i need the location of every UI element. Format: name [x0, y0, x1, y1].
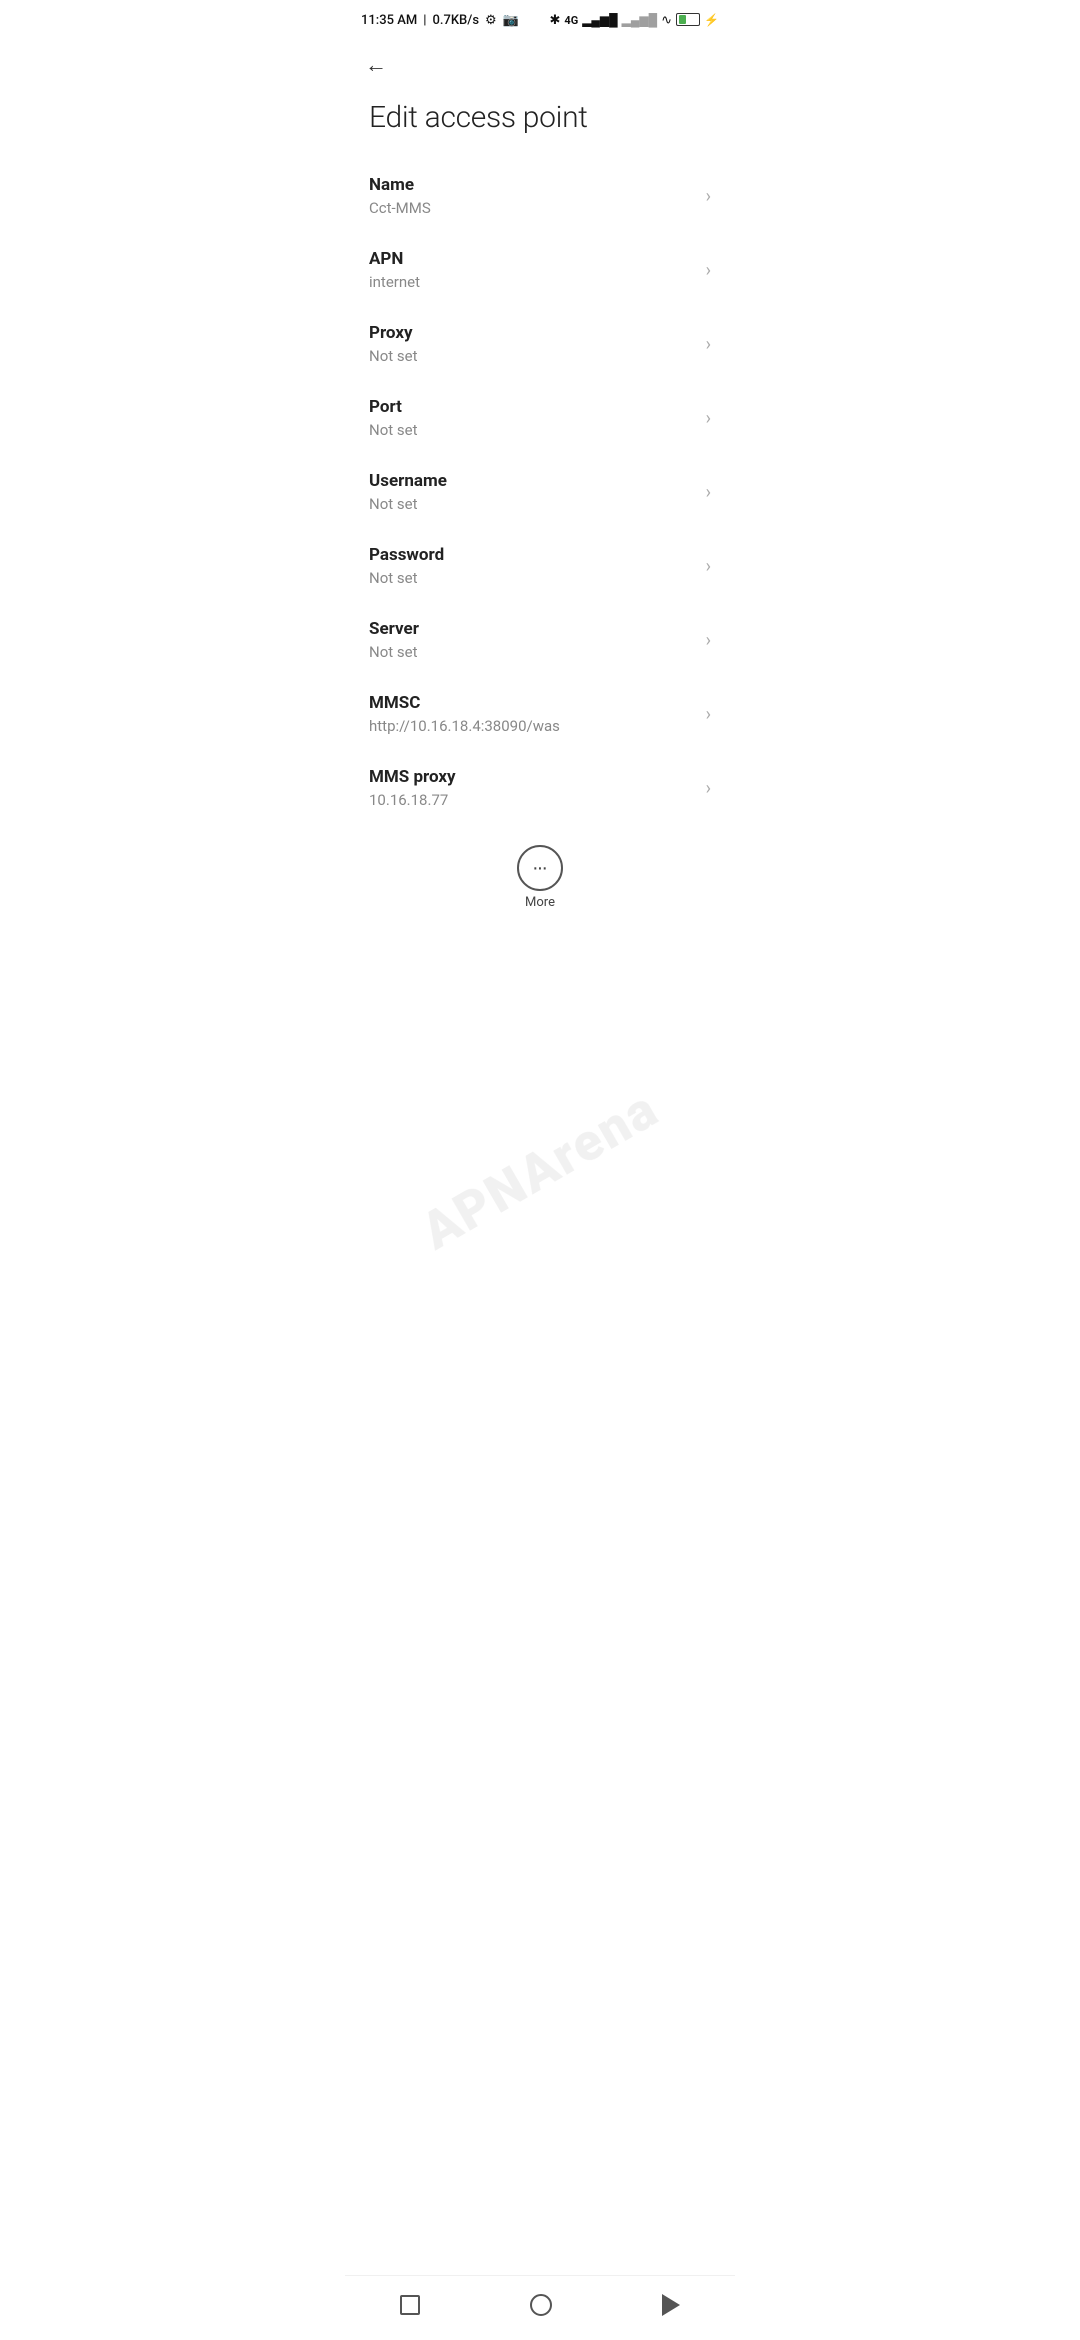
more-label: More: [525, 895, 555, 910]
chevron-right-icon-5: ›: [706, 556, 711, 577]
wifi-icon: ∿: [661, 13, 672, 28]
back-arrow-icon: ←: [365, 52, 387, 78]
settings-item-value-1: internet: [369, 273, 420, 291]
settings-item-text-2: Proxy Not set: [369, 323, 418, 365]
settings-icon: ⚙: [485, 13, 497, 28]
settings-item-text-0: Name Cct-MMS: [369, 175, 431, 217]
nav-home-button[interactable]: [510, 2290, 572, 2320]
settings-item-label-7: MMSC: [369, 693, 560, 713]
settings-item-label-6: Server: [369, 619, 419, 639]
data-speed: 0.7KB/s: [432, 13, 479, 28]
settings-item[interactable]: Proxy Not set ›: [345, 307, 735, 381]
settings-item[interactable]: MMS proxy 10.16.18.77 ›: [345, 751, 735, 825]
signal-4g-icon: 4G: [564, 14, 578, 27]
home-icon: [530, 2294, 552, 2316]
chevron-right-icon-6: ›: [706, 630, 711, 651]
camera-icon: 📷: [503, 13, 519, 28]
settings-item-text-3: Port Not set: [369, 397, 418, 439]
recents-icon: [400, 2295, 420, 2315]
settings-item-label-5: Password: [369, 545, 444, 565]
settings-item[interactable]: Name Cct-MMS ›: [345, 159, 735, 233]
chevron-right-icon-0: ›: [706, 186, 711, 207]
chevron-right-icon-8: ›: [706, 778, 711, 799]
chevron-right-icon-7: ›: [706, 704, 711, 725]
settings-item-value-4: Not set: [369, 495, 447, 513]
more-btn-area: ··· More: [345, 825, 735, 922]
settings-item-text-8: MMS proxy 10.16.18.77: [369, 767, 456, 809]
nav-back-button[interactable]: [642, 2290, 700, 2320]
status-right: ✱ 4G ▂▄▆█ ▂▄▆█ ∿ ⚡: [549, 13, 719, 28]
settings-item[interactable]: Port Not set ›: [345, 381, 735, 455]
chevron-right-icon-1: ›: [706, 260, 711, 281]
settings-item-label-2: Proxy: [369, 323, 418, 343]
settings-item-label-3: Port: [369, 397, 418, 417]
bluetooth-icon: ✱: [549, 13, 560, 28]
settings-item-value-7: http://10.16.18.4:38090/was: [369, 717, 560, 735]
page-title: Edit access point: [345, 88, 735, 159]
back-button[interactable]: ←: [361, 48, 391, 82]
settings-item-label-4: Username: [369, 471, 447, 491]
settings-item[interactable]: Username Not set ›: [345, 455, 735, 529]
settings-item[interactable]: MMSC http://10.16.18.4:38090/was ›: [345, 677, 735, 751]
settings-item-label-8: MMS proxy: [369, 767, 456, 787]
time-display: 11:35 AM: [361, 13, 417, 28]
back-nav-icon: [662, 2294, 680, 2316]
signal-bars-icon: ▂▄▆█: [582, 13, 617, 27]
status-bar: 11:35 AM | 0.7KB/s ⚙ 📷 ✱ 4G ▂▄▆█ ▂▄▆█ ∿ …: [345, 0, 735, 36]
more-button[interactable]: ···: [517, 845, 563, 891]
chevron-right-icon-2: ›: [706, 334, 711, 355]
status-left: 11:35 AM | 0.7KB/s ⚙ 📷: [361, 13, 519, 28]
settings-item-text-5: Password Not set: [369, 545, 444, 587]
settings-item-text-4: Username Not set: [369, 471, 447, 513]
settings-item-text-7: MMSC http://10.16.18.4:38090/was: [369, 693, 560, 735]
settings-item[interactable]: Server Not set ›: [345, 603, 735, 677]
settings-item[interactable]: APN internet ›: [345, 233, 735, 307]
chevron-right-icon-4: ›: [706, 482, 711, 503]
settings-item-value-0: Cct-MMS: [369, 199, 431, 217]
charging-icon: ⚡: [704, 13, 719, 27]
nav-recents-button[interactable]: [380, 2291, 440, 2319]
battery-icon: [676, 13, 700, 28]
chevron-right-icon-3: ›: [706, 408, 711, 429]
settings-list: Name Cct-MMS › APN internet › Proxy Not …: [345, 159, 735, 825]
settings-item-text-1: APN internet: [369, 249, 420, 291]
settings-item[interactable]: Password Not set ›: [345, 529, 735, 603]
settings-item-value-6: Not set: [369, 643, 419, 661]
settings-item-value-5: Not set: [369, 569, 444, 587]
back-btn-area: ←: [345, 36, 735, 88]
settings-item-label-0: Name: [369, 175, 431, 195]
signal-bars2-icon: ▂▄▆█: [622, 13, 657, 27]
settings-item-text-6: Server Not set: [369, 619, 419, 661]
more-dots-icon: ···: [532, 857, 546, 880]
bottom-nav: [345, 2275, 735, 2340]
settings-item-value-2: Not set: [369, 347, 418, 365]
speed-display: |: [423, 13, 426, 28]
settings-item-value-3: Not set: [369, 421, 418, 439]
settings-item-label-1: APN: [369, 249, 420, 269]
watermark: APNArena: [411, 1078, 669, 1262]
settings-item-value-8: 10.16.18.77: [369, 791, 456, 809]
